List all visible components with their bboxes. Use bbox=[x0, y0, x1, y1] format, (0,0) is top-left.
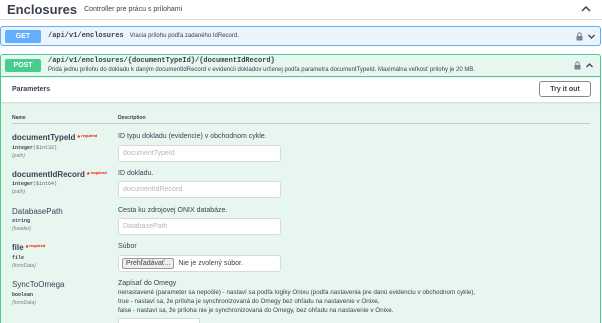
parameter-location: (path) bbox=[12, 189, 26, 195]
parameter-description: ID dokladu. bbox=[118, 170, 154, 177]
tag-header-enclosures[interactable]: Enclosures Controller pre prácu s príloh… bbox=[0, 0, 602, 20]
try-it-out-button[interactable]: Try it out bbox=[539, 81, 591, 97]
method-badge-get: GET bbox=[5, 29, 41, 43]
parameter-name: documentIdRecord *required bbox=[12, 170, 107, 179]
parameter-description: Cesta ku zdrojovej ONIX databáze. bbox=[118, 207, 228, 214]
tag-title: Enclosures bbox=[7, 2, 78, 17]
operation-post-enclosures: POST /api/v1/enclosures/{documentTypeId}… bbox=[0, 54, 601, 323]
tag-description: Controller pre prácu s prílohami bbox=[84, 6, 183, 13]
description-line: true - nastaví sa, že príloha je synchro… bbox=[118, 298, 380, 305]
parameter-type: integer($int64) bbox=[12, 181, 58, 187]
description-line: nenastavené (parameter sa nepošle) - nas… bbox=[118, 289, 476, 296]
lock-icon[interactable] bbox=[574, 61, 581, 70]
column-header-name: Name bbox=[12, 115, 26, 121]
required-label: required bbox=[81, 133, 98, 138]
operation-path: /api/v1/enclosures/{documentTypeId}/{doc… bbox=[48, 57, 275, 65]
description-line: false - nastaví sa, že príloha nie je sy… bbox=[118, 307, 394, 314]
parameter-type: integer($int32) bbox=[12, 145, 58, 151]
parameter-location: (header) bbox=[12, 226, 31, 232]
parameters-title: Parameters bbox=[12, 86, 51, 93]
required-star: * bbox=[86, 172, 90, 179]
parameter-location: (formData) bbox=[12, 263, 36, 269]
parameter-description: Súbor bbox=[118, 243, 137, 250]
required-star: * bbox=[25, 245, 29, 252]
operation-summary: Pridá jednu prílohu do dokladu k daným d… bbox=[48, 67, 475, 73]
parameter-name: documentTypeId *required bbox=[12, 133, 98, 142]
file-status-text: Nie je zvolený súbor. bbox=[178, 260, 243, 267]
browse-button[interactable]: Prehľadávať... bbox=[122, 258, 175, 269]
parameter-description: Zapísať do Omegy bbox=[118, 280, 177, 287]
parameter-type: file bbox=[12, 255, 25, 261]
file-input: Prehľadávať... Nie je zvolený súbor. bbox=[118, 255, 281, 272]
operation-summary: Vracia prílohu podľa zadaného IdRecord. bbox=[129, 33, 239, 39]
databasepath-input[interactable]: DatabasePath bbox=[118, 218, 281, 235]
operation-path: /api/v1/enclosures bbox=[48, 32, 124, 40]
parameter-name: file *required bbox=[12, 243, 46, 252]
documenttypeid-input[interactable]: documentTypeId bbox=[118, 145, 281, 162]
method-badge-post: POST bbox=[5, 59, 41, 72]
chevron-up-icon[interactable] bbox=[580, 3, 592, 15]
column-header-description: Description bbox=[118, 115, 146, 121]
chevron-down-icon[interactable] bbox=[587, 32, 596, 41]
parameter-name: SyncToOmega bbox=[12, 280, 65, 289]
required-label: required bbox=[90, 170, 107, 175]
parameter-name: DatabasePath bbox=[12, 207, 63, 216]
required-star: * bbox=[77, 135, 81, 142]
parameter-type: boolean bbox=[12, 292, 34, 298]
documentidrecord-input[interactable]: documentIdRecord bbox=[118, 181, 281, 198]
parameter-location: (formData) bbox=[12, 300, 36, 306]
parameters-header: Parameters Try it out bbox=[1, 78, 600, 102]
parameter-type: string bbox=[12, 218, 31, 224]
lock-icon[interactable] bbox=[576, 32, 583, 41]
parameter-description: ID typu dokladu (evidencie) v obchodnom … bbox=[118, 133, 267, 140]
chevron-up-icon[interactable] bbox=[585, 61, 594, 70]
operation-post-summary-bar[interactable]: POST /api/v1/enclosures/{documentTypeId}… bbox=[1, 55, 600, 77]
synctoomega-select[interactable] bbox=[118, 318, 200, 323]
header-divider bbox=[12, 123, 590, 124]
required-label: required bbox=[29, 243, 46, 248]
parameter-location: (path) bbox=[12, 153, 26, 159]
operation-get-enclosures[interactable]: GET /api/v1/enclosures Vracia prílohu po… bbox=[0, 26, 601, 46]
